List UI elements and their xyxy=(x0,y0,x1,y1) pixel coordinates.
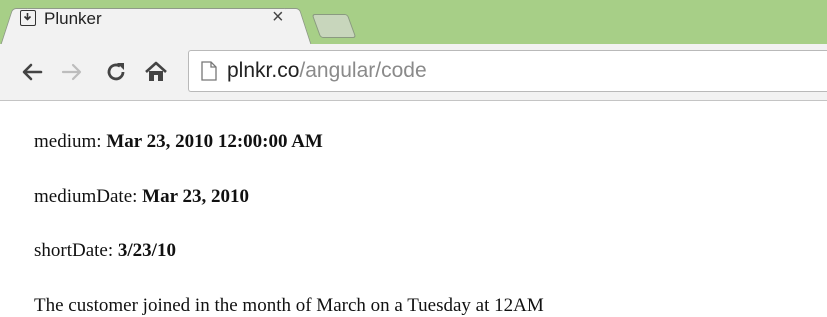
medium-date-line: mediumDate: Mar 23, 2010 xyxy=(34,186,249,208)
home-icon[interactable] xyxy=(144,60,168,84)
tab-title: Plunker xyxy=(44,9,102,28)
url-text: plnkr.co/angular/code xyxy=(227,59,427,83)
url-host: plnkr.co xyxy=(227,59,300,82)
customer-sentence: The customer joined in the month of Marc… xyxy=(34,295,544,316)
medium-label: medium: xyxy=(34,131,107,152)
short-date-label: shortDate: xyxy=(34,240,118,261)
page-icon xyxy=(201,61,217,81)
medium-line: medium: Mar 23, 2010 12:00:00 AM xyxy=(34,131,323,153)
browser-toolbar: plnkr.co/angular/code xyxy=(0,44,827,101)
short-date-value: 3/23/10 xyxy=(117,240,176,261)
forward-arrow-icon[interactable] xyxy=(60,60,84,84)
reload-icon[interactable] xyxy=(104,60,128,84)
medium-date-value: Mar 23, 2010 xyxy=(142,186,249,207)
tab-close-button[interactable]: × xyxy=(272,7,284,27)
address-bar[interactable]: plnkr.co/angular/code xyxy=(188,50,827,92)
back-arrow-icon[interactable] xyxy=(20,60,44,84)
tab-strip: Plunker × xyxy=(0,0,827,47)
url-path: /angular/code xyxy=(299,59,427,82)
download-box-icon xyxy=(20,10,36,26)
medium-value: Mar 23, 2010 12:00:00 AM xyxy=(106,131,323,152)
new-tab-icon[interactable] xyxy=(311,14,357,38)
medium-date-label: mediumDate: xyxy=(34,186,143,207)
short-date-line: shortDate: 3/23/10 xyxy=(34,240,176,262)
